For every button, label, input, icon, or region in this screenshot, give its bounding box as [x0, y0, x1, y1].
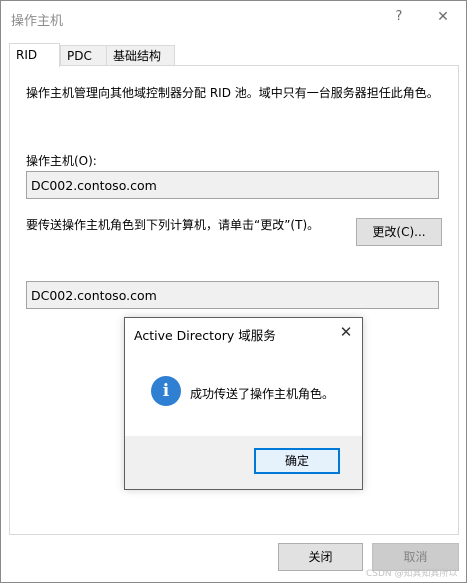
watermark: CSDN @知其知其所以 [366, 569, 458, 579]
target-computer-field: DC002.contoso.com [26, 281, 439, 309]
ok-button[interactable]: 确定 [254, 448, 340, 474]
help-button[interactable]: ? [385, 4, 413, 30]
window-close-button[interactable]: ✕ [429, 4, 457, 30]
close-button[interactable]: 关闭 [278, 543, 363, 571]
change-button[interactable]: 更改(C)... [356, 218, 442, 246]
operations-master-label: 操作主机(O): [26, 154, 97, 168]
dialog-message: 成功传送了操作主机角色。 [190, 387, 335, 401]
tab-pdc[interactable]: PDC [60, 45, 107, 66]
title-bar: 操作主机 ? ✕ [1, 1, 466, 33]
rid-description: 操作主机管理向其他域控制器分配 RID 池。域中只有一台服务器担任此角色。 [26, 86, 439, 100]
success-dialog: Active Directory 域服务 ✕ i 成功传送了操作主机角色。 确定 [124, 317, 363, 490]
tab-rid[interactable]: RID [9, 43, 60, 67]
dialog-title: Active Directory 域服务 [134, 328, 276, 343]
tab-infrastructure[interactable]: 基础结构 [106, 45, 175, 66]
operations-master-field: DC002.contoso.com [26, 171, 439, 199]
info-icon: i [151, 376, 181, 406]
operations-master-window: 操作主机 ? ✕ RID PDC 基础结构 操作主机管理向其他域控制器分配 RI… [0, 0, 467, 583]
window-title: 操作主机 [11, 14, 64, 29]
dialog-content-area: Active Directory 域服务 ✕ i 成功传送了操作主机角色。 [125, 318, 362, 436]
dialog-close-button[interactable]: ✕ [333, 320, 359, 344]
transfer-instruction: 要传送操作主机角色到下列计算机，请单击“更改”(T)。 [26, 218, 320, 232]
